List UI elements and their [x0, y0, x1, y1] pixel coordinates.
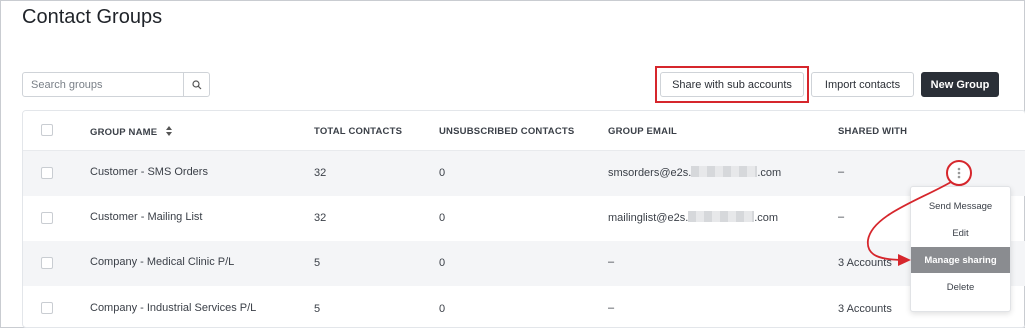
- group-email: –: [608, 256, 615, 268]
- header-shared-with: SHARED WITH: [838, 126, 908, 137]
- search-input[interactable]: [23, 73, 183, 96]
- shared-with: –: [838, 211, 845, 223]
- redacted-block: [691, 166, 758, 177]
- search-icon: [191, 79, 201, 89]
- header-group-name[interactable]: GROUP NAME: [90, 126, 173, 138]
- shared-with[interactable]: 3 Accounts: [838, 257, 892, 269]
- group-email-suffix: .com: [757, 167, 782, 179]
- unsubscribed-contacts: 0: [439, 303, 446, 315]
- redacted-block: [688, 211, 755, 222]
- menu-item-delete[interactable]: Delete: [911, 274, 1010, 300]
- row-checkbox[interactable]: [41, 302, 53, 314]
- search-box: [22, 72, 210, 97]
- row-actions-menu: Send Message Edit Manage sharing Delete: [910, 186, 1011, 312]
- table-row[interactable]: Customer - SMS Orders 32 0 smsorders@e2s…: [23, 151, 1025, 196]
- group-name[interactable]: Customer - SMS Orders: [90, 166, 208, 178]
- shared-with[interactable]: 3 Accounts: [838, 303, 892, 315]
- group-email-prefix: smsorders@e2s.: [608, 167, 692, 179]
- group-email: smsorders@e2s. .com: [608, 166, 781, 179]
- contact-groups-table: GROUP NAME TOTAL CONTACTS UNSUBSCRIBED C…: [22, 110, 1025, 328]
- unsubscribed-contacts: 0: [439, 167, 446, 179]
- highlight-box: [655, 66, 809, 103]
- page-title: Contact Groups: [22, 6, 163, 28]
- total-contacts: 5: [314, 257, 321, 269]
- menu-item-send-message[interactable]: Send Message: [911, 193, 1010, 219]
- group-name[interactable]: Company - Industrial Services P/L: [90, 302, 256, 314]
- header-unsubscribed-contacts: UNSUBSCRIBED CONTACTS: [439, 126, 575, 137]
- shared-with: –: [838, 166, 845, 178]
- import-contacts-button[interactable]: Import contacts: [811, 72, 914, 97]
- row-actions-button[interactable]: [946, 160, 972, 186]
- row-checkbox[interactable]: [41, 167, 53, 179]
- group-name[interactable]: Customer - Mailing List: [90, 211, 202, 223]
- group-email: –: [608, 302, 615, 314]
- table-row[interactable]: Customer - Mailing List 32 0 mailinglist…: [23, 196, 1025, 241]
- header-total-contacts: TOTAL CONTACTS: [314, 126, 403, 137]
- menu-item-edit[interactable]: Edit: [911, 220, 1010, 246]
- row-checkbox[interactable]: [41, 212, 53, 224]
- sort-icon: [166, 126, 173, 136]
- group-email-prefix: mailinglist@e2s.: [608, 212, 689, 224]
- group-name[interactable]: Company - Medical Clinic P/L: [90, 256, 234, 268]
- table-row[interactable]: Company - Medical Clinic P/L 5 0 – 3 Acc…: [23, 241, 1025, 286]
- select-all-checkbox[interactable]: [41, 124, 53, 136]
- new-group-button[interactable]: New Group: [921, 72, 999, 97]
- total-contacts: 5: [314, 303, 321, 315]
- total-contacts: 32: [314, 212, 327, 224]
- group-email-suffix: .com: [754, 212, 779, 224]
- group-email: mailinglist@e2s. .com: [608, 211, 778, 224]
- search-button[interactable]: [183, 73, 209, 96]
- total-contacts: 32: [314, 167, 327, 179]
- table-row[interactable]: Company - Industrial Services P/L 5 0 – …: [23, 286, 1025, 327]
- unsubscribed-contacts: 0: [439, 257, 446, 269]
- row-checkbox[interactable]: [41, 257, 53, 269]
- unsubscribed-contacts: 0: [439, 212, 446, 224]
- menu-item-manage-sharing[interactable]: Manage sharing: [911, 247, 1010, 273]
- table-header: GROUP NAME TOTAL CONTACTS UNSUBSCRIBED C…: [23, 111, 1025, 151]
- header-group-name-label: GROUP NAME: [90, 127, 158, 138]
- header-group-email: GROUP EMAIL: [608, 126, 678, 137]
- kebab-icon: [957, 167, 961, 179]
